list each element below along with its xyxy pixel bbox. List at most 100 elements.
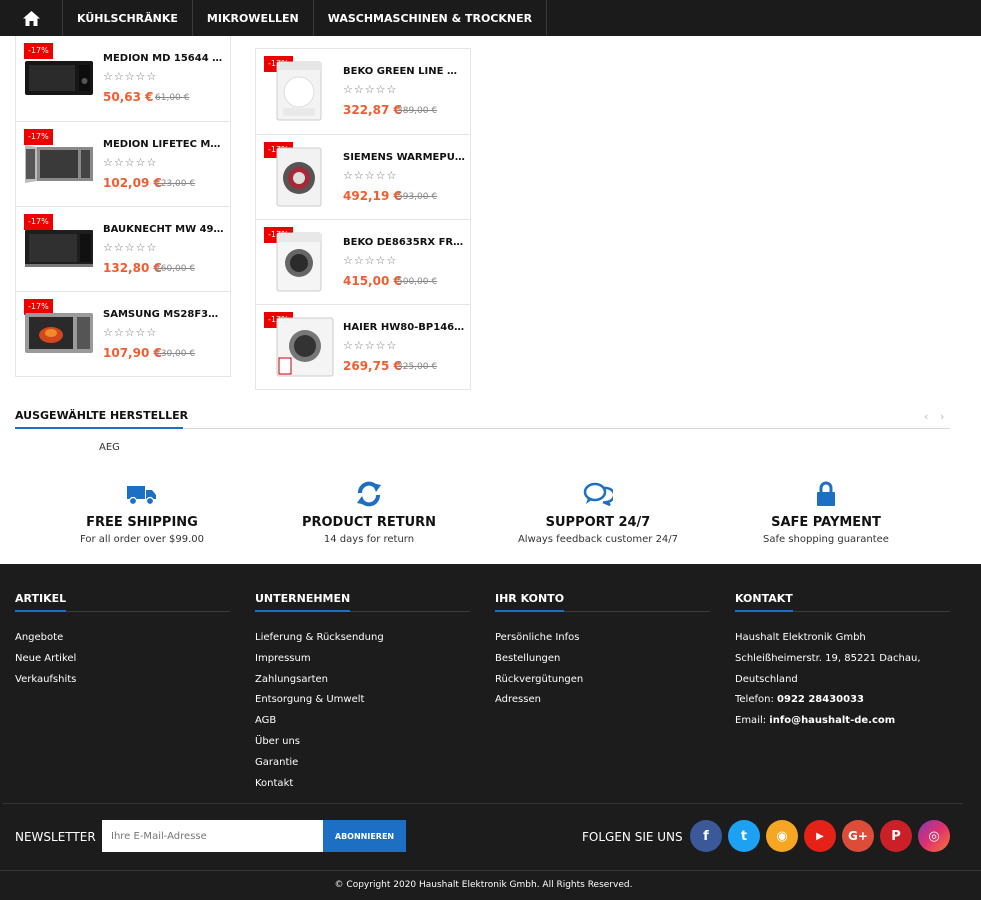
footer-link-agb[interactable]: AGB bbox=[255, 711, 470, 732]
newsletter-subscribe-button[interactable]: ABONNIEREN bbox=[323, 820, 406, 852]
youtube-icon[interactable]: ▶ bbox=[804, 820, 836, 852]
footer-divider bbox=[3, 803, 963, 804]
rating-stars: ☆☆☆☆☆ bbox=[103, 326, 158, 339]
footer-link-ueber-uns[interactable]: Über uns bbox=[255, 732, 470, 753]
feature-title: PRODUCT RETURN bbox=[301, 515, 437, 530]
rating-stars: ☆☆☆☆☆ bbox=[343, 83, 398, 96]
footer-heading: IHR KONTO bbox=[495, 592, 565, 612]
footer-heading: UNTERNEHMEN bbox=[255, 592, 351, 612]
brands-heading-underline bbox=[15, 427, 183, 429]
old-price: 325,00 € bbox=[397, 362, 438, 372]
old-price: 389,00 € bbox=[397, 106, 438, 116]
truck-icon bbox=[127, 486, 156, 506]
product-image[interactable] bbox=[263, 60, 335, 122]
newsletter-email-input[interactable] bbox=[102, 820, 324, 852]
nav-waschmaschinen-trockner[interactable]: WASCHMASCHINEN & TROCKNER bbox=[314, 0, 548, 36]
rating-stars: ☆☆☆☆☆ bbox=[343, 339, 398, 352]
product-image[interactable] bbox=[23, 220, 95, 272]
email-link[interactable]: info@haushalt-de.com bbox=[769, 715, 895, 726]
feature-title: SAFE PAYMENT bbox=[771, 515, 881, 530]
footer-heading: KONTAKT bbox=[735, 592, 793, 612]
product-price: 50,63 € bbox=[103, 90, 154, 104]
footer-column-artikel: ARTIKEL Angebote Neue Artikel Verkaufshi… bbox=[15, 587, 230, 690]
footer-link-persoenliche-infos[interactable]: Persönliche Infos bbox=[495, 628, 710, 649]
phone-number[interactable]: 0922 28430033 bbox=[777, 694, 864, 705]
product-name[interactable]: HAIER HW80-BP14636N bbox=[343, 322, 465, 333]
product-price: 102,09 € bbox=[103, 176, 162, 190]
google-plus-icon[interactable]: G+ bbox=[842, 820, 874, 852]
product-card[interactable]: -17% MEDION LIFETEC MD 17498 ☆☆☆☆☆ 102,0… bbox=[16, 121, 230, 206]
product-name[interactable]: MEDION MD 15644 MIKROWELLE bbox=[103, 53, 225, 64]
footer-column-kontakt: KONTAKT Haushalt Elektronik Gmbh Schleiß… bbox=[735, 587, 950, 732]
old-price: 500,00 € bbox=[397, 277, 438, 287]
nav-kuehlschraenke[interactable]: KÜHLSCHRÄNKE bbox=[63, 0, 193, 36]
feature-subtitle: For all order over $99.00 bbox=[80, 534, 204, 545]
footer-link-neue-artikel[interactable]: Neue Artikel bbox=[15, 649, 230, 670]
newsletter-label: NEWSLETTER bbox=[15, 830, 96, 844]
instagram-icon[interactable]: ◎ bbox=[918, 820, 950, 852]
footer-link-zahlungsarten[interactable]: Zahlungsarten bbox=[255, 670, 470, 691]
company-name: Haushalt Elektronik Gmbh bbox=[735, 632, 866, 643]
product-name[interactable]: BEKO DE8635RX FRONTLADER bbox=[343, 237, 465, 248]
nav-mikrowellen[interactable]: MIKROWELLEN bbox=[193, 0, 314, 36]
pinterest-icon[interactable]: P bbox=[880, 820, 912, 852]
old-price: 593,00 € bbox=[397, 192, 438, 202]
product-name[interactable]: BAUKNECHT MW 49 SL bbox=[103, 224, 225, 235]
home-button[interactable] bbox=[0, 0, 63, 36]
rating-stars: ☆☆☆☆☆ bbox=[103, 156, 158, 169]
old-price: 160,00 € bbox=[155, 264, 196, 274]
email-label: Email: bbox=[735, 715, 770, 727]
product-name[interactable]: MEDION LIFETEC MD 17498 bbox=[103, 139, 225, 150]
product-card[interactable]: -17% BEKO GREEN LINE DPU 8306 ☆☆☆☆☆ 322,… bbox=[256, 49, 470, 134]
brands-next-button[interactable]: › bbox=[940, 410, 944, 423]
product-price: 415,00 € bbox=[343, 274, 402, 288]
product-price: 492,19 € bbox=[343, 189, 402, 203]
facebook-icon[interactable]: f bbox=[690, 820, 722, 852]
company-country: Deutschland bbox=[735, 673, 798, 685]
product-name[interactable]: SAMSUNG MS28F303TFS bbox=[103, 309, 225, 320]
footer-link-kontakt[interactable]: Kontakt bbox=[255, 774, 470, 795]
twitter-icon[interactable]: t bbox=[728, 820, 760, 852]
product-image[interactable] bbox=[23, 305, 95, 357]
footer-link-adressen[interactable]: Adressen bbox=[495, 690, 710, 711]
feature-subtitle: Safe shopping guarantee bbox=[763, 534, 889, 545]
footer-link-rueckverguetungen[interactable]: Rückvergütungen bbox=[495, 670, 710, 691]
footer-link-angebote[interactable]: Angebote bbox=[15, 628, 230, 649]
product-image[interactable] bbox=[263, 231, 335, 293]
footer-link-impressum[interactable]: Impressum bbox=[255, 649, 470, 670]
product-card[interactable]: -17% SAMSUNG MS28F303TFS ☆☆☆☆☆ 107,90 € … bbox=[16, 291, 230, 376]
footer-link-bestellungen[interactable]: Bestellungen bbox=[495, 649, 710, 670]
top-navigation: KÜHLSCHRÄNKE MIKROWELLEN WASCHMASCHINEN … bbox=[0, 0, 981, 36]
company-email: Email: info@haushalt-de.com bbox=[735, 711, 950, 732]
rating-stars: ☆☆☆☆☆ bbox=[103, 241, 158, 254]
old-price: 130,00 € bbox=[155, 349, 196, 359]
product-image[interactable] bbox=[23, 135, 95, 187]
product-card[interactable]: -17% BAUKNECHT MW 49 SL ☆☆☆☆☆ 132,80 € 1… bbox=[16, 206, 230, 291]
footer-link-entsorgung[interactable]: Entsorgung & Umwelt bbox=[255, 690, 470, 711]
product-name[interactable]: BEKO GREEN LINE DPU 8306 bbox=[343, 66, 465, 77]
product-card[interactable]: -17% HAIER HW80-BP14636N ☆☆☆☆☆ 269,75 € … bbox=[256, 304, 470, 389]
product-price: 322,87 € bbox=[343, 103, 402, 117]
feature-subtitle: 14 days for return bbox=[323, 534, 415, 545]
feature-title: FREE SHIPPING bbox=[86, 515, 198, 530]
product-image[interactable] bbox=[263, 146, 335, 208]
copyright-divider bbox=[0, 870, 981, 871]
follow-us-label: FOLGEN SIE UNS bbox=[582, 830, 683, 844]
feature-free-shipping: FREE SHIPPING For all order over $99.00 bbox=[28, 481, 256, 545]
product-name[interactable]: SIEMENS WÄRMEPUMPENTROCKNER bbox=[343, 152, 465, 163]
product-card[interactable]: -17% MEDION MD 15644 MIKROWELLE ☆☆☆☆☆ 50… bbox=[16, 36, 230, 121]
footer-heading: ARTIKEL bbox=[15, 592, 67, 612]
product-image[interactable] bbox=[23, 49, 95, 101]
product-price: 107,90 € bbox=[103, 346, 162, 360]
footer-link-verkaufshits[interactable]: Verkaufshits bbox=[15, 670, 230, 691]
company-phone: Telefon: 0922 28430033 bbox=[735, 690, 950, 711]
footer-link-garantie[interactable]: Garantie bbox=[255, 753, 470, 774]
product-image[interactable] bbox=[263, 316, 335, 378]
brands-prev-button[interactable]: ‹ bbox=[924, 410, 928, 423]
product-card[interactable]: -17% SIEMENS WÄRMEPUMPENTROCKNER ☆☆☆☆☆ 4… bbox=[256, 134, 470, 219]
brand-item-aeg[interactable]: AEG bbox=[99, 442, 120, 453]
product-price: 269,75 € bbox=[343, 359, 402, 373]
footer-link-lieferung[interactable]: Lieferung & Rücksendung bbox=[255, 628, 470, 649]
rss-icon[interactable]: ◉ bbox=[766, 820, 798, 852]
product-card[interactable]: -17% BEKO DE8635RX FRONTLADER ☆☆☆☆☆ 415,… bbox=[256, 219, 470, 304]
